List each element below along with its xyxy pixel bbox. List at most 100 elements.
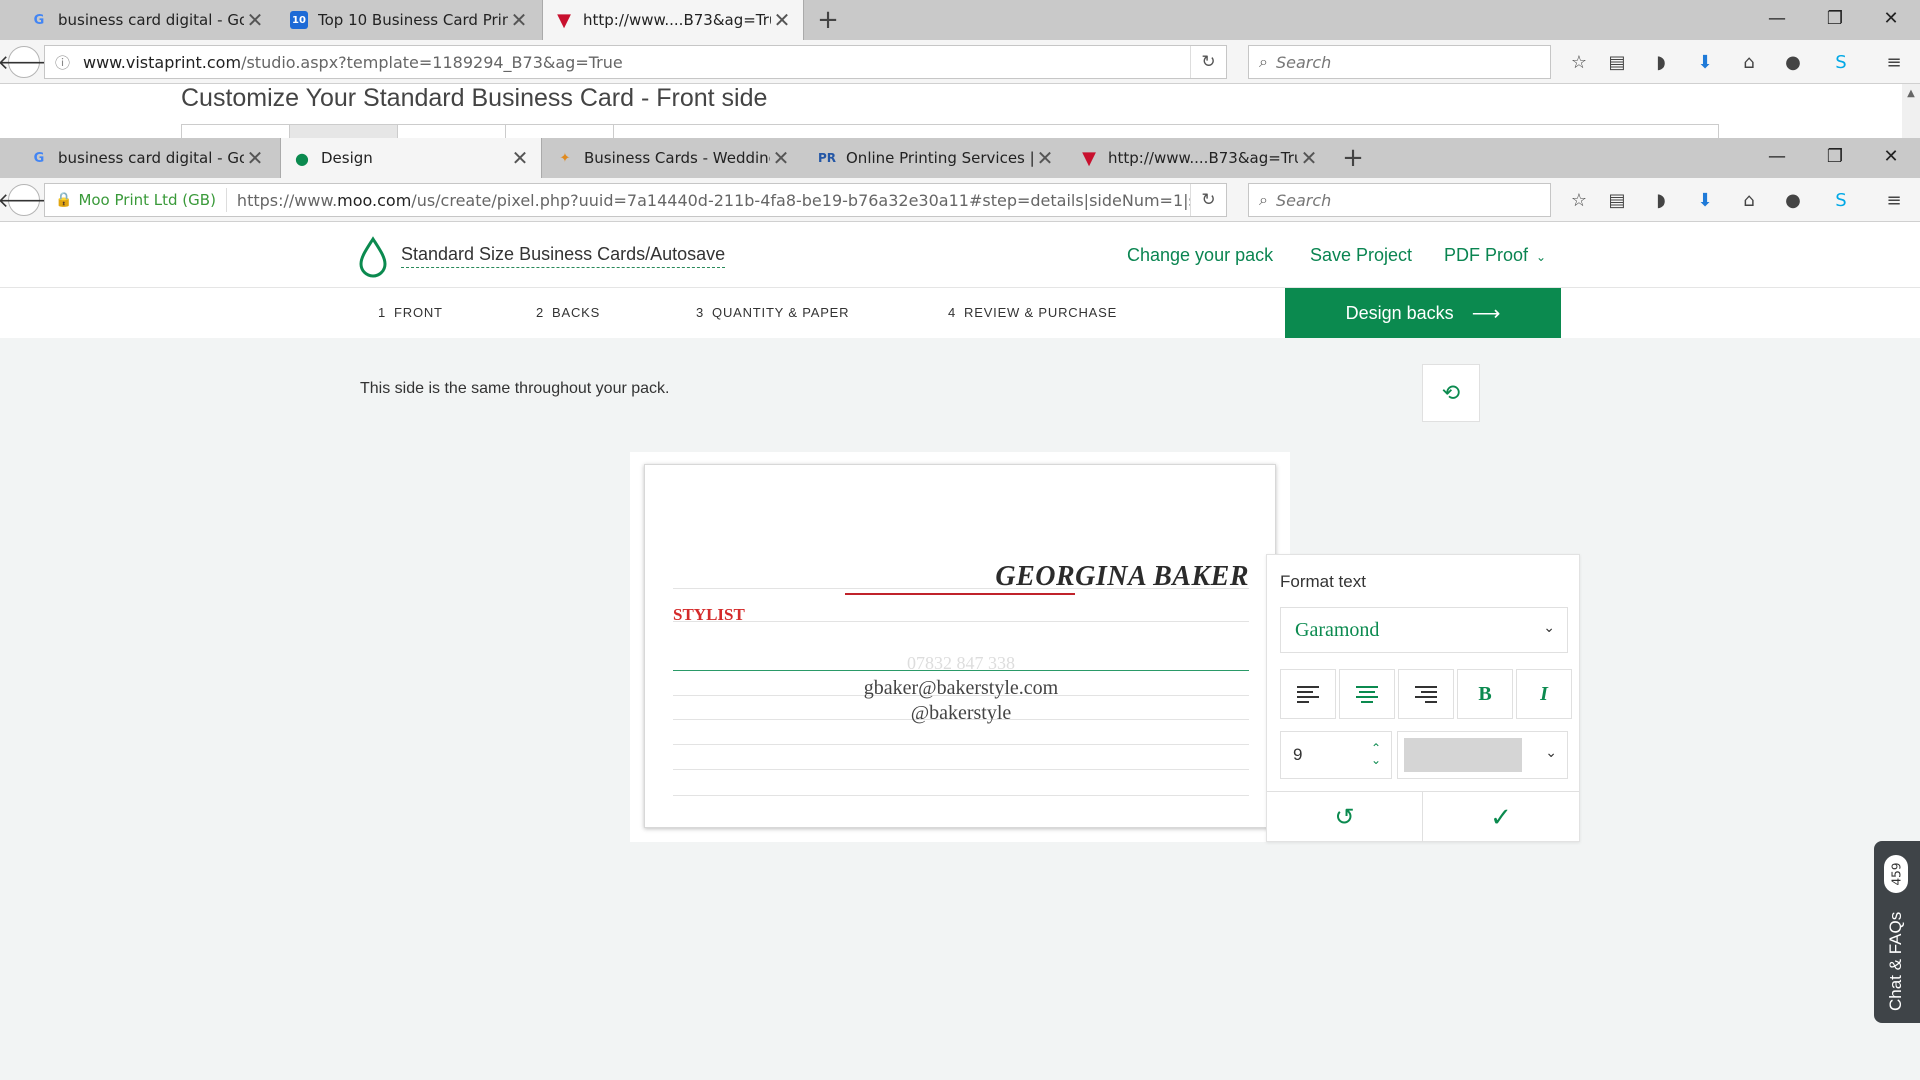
back-tab-vistaprint[interactable]: ▼ http://www....B73&ag=True ✕ (542, 0, 804, 40)
toolbar-tab[interactable] (290, 125, 398, 138)
card-handle-text[interactable]: @bakerstyle (645, 702, 1277, 725)
tab-label: business card digital - Go... (58, 11, 244, 29)
download-icon[interactable]: ⬇ (1691, 186, 1719, 214)
site-identity[interactable]: Moo Print Ltd (GB) (78, 191, 215, 209)
minimize-icon[interactable]: — (1752, 138, 1802, 174)
back-search-input[interactable]: ⌕ Search (1248, 45, 1551, 79)
format-text-panel: Format text Garamond ⌄ B I 9 ⌃ ⌄ ⌄ ↺ ✓ (1266, 554, 1580, 842)
pdf-proof-dropdown[interactable]: PDF Proof ⌄ (1444, 245, 1546, 266)
menu-icon[interactable]: ≡ (1880, 48, 1908, 76)
bold-button[interactable]: B (1457, 669, 1513, 719)
align-right-button[interactable] (1398, 669, 1454, 719)
search-icon: ⌕ (1259, 190, 1268, 209)
reading-list-icon[interactable]: ▤ (1603, 48, 1631, 76)
home-icon[interactable]: ⌂ (1735, 186, 1763, 214)
back-tab-top10[interactable]: 10 Top 10 Business Card Print... ✕ (278, 0, 540, 40)
close-icon[interactable]: ✕ (1034, 146, 1056, 170)
italic-button[interactable]: I (1516, 669, 1572, 719)
front-tab-google[interactable]: G business card digital - Go... ✕ (18, 138, 276, 178)
back-url-bar[interactable]: ⓘ www.vistaprint.com/studio.aspx?templat… (44, 45, 1227, 79)
step-review-purchase[interactable]: 4 REVIEW & PURCHASE (948, 305, 1117, 320)
chat-bubble-icon[interactable]: ● (1779, 48, 1807, 76)
back-arrow-icon[interactable]: 🡐 (0, 184, 51, 216)
front-tab-design[interactable]: ● Design ✕ (280, 138, 542, 178)
moo-drop-icon: ● (295, 148, 309, 168)
front-tab-vistaprint[interactable]: ▼ http://www....B73&ag=True ✕ (1068, 138, 1330, 178)
restore-icon[interactable]: ❐ (1810, 138, 1860, 174)
toolbar-tab[interactable] (506, 125, 614, 138)
lock-icon[interactable]: 🔒 (55, 192, 72, 208)
home-icon[interactable]: ⌂ (1735, 48, 1763, 76)
moo-drop-logo-icon[interactable] (356, 236, 390, 278)
text-guide-line (673, 795, 1249, 796)
pocket-icon[interactable]: ◗ (1647, 48, 1675, 76)
reload-icon[interactable]: ↻ (1190, 184, 1226, 216)
restore-icon[interactable]: ❐ (1810, 0, 1860, 36)
bookmark-star-icon[interactable]: ☆ (1565, 48, 1593, 76)
flip-card-button[interactable]: ⟲ (1422, 364, 1480, 422)
font-size-stepper[interactable]: 9 ⌃ ⌄ (1280, 731, 1392, 779)
toolbar-tab[interactable] (182, 125, 290, 138)
save-project-link[interactable]: Save Project (1310, 245, 1412, 266)
card-title-text[interactable]: STYLIST (673, 605, 745, 625)
step-quantity-paper[interactable]: 3 QUANTITY & PAPER (696, 305, 849, 320)
change-pack-link[interactable]: Change your pack (1127, 245, 1273, 266)
close-icon[interactable]: ✕ (1298, 146, 1320, 170)
menu-icon[interactable]: ≡ (1880, 186, 1908, 214)
window-close-icon[interactable]: ✕ (1866, 0, 1916, 36)
reload-icon[interactable]: ↻ (1190, 46, 1226, 78)
font-family-select[interactable]: Garamond ⌄ (1280, 607, 1568, 653)
front-search-input[interactable]: ⌕ Search (1248, 183, 1551, 217)
close-icon[interactable]: ✕ (244, 8, 266, 32)
new-tab-icon[interactable]: + (1335, 138, 1371, 178)
scroll-up-icon[interactable]: ▲ (1902, 88, 1920, 99)
front-tab-online-printing[interactable]: PR Online Printing Services | ... ✕ (806, 138, 1066, 178)
back-tab-google[interactable]: G business card digital - Go... ✕ (18, 0, 276, 40)
align-center-button[interactable] (1339, 669, 1395, 719)
align-left-button[interactable] (1280, 669, 1336, 719)
card-email-text[interactable]: gbaker@bakerstyle.com (645, 677, 1277, 700)
skype-icon[interactable]: S (1827, 186, 1855, 214)
reading-list-icon[interactable]: ▤ (1603, 186, 1631, 214)
close-icon[interactable]: ✕ (509, 146, 531, 170)
bookmark-star-icon[interactable]: ☆ (1565, 186, 1593, 214)
tab-label: http://www....B73&ag=True (1108, 149, 1298, 167)
pocket-icon[interactable]: ◗ (1647, 186, 1675, 214)
reset-format-button[interactable]: ↺ (1267, 792, 1423, 842)
card-name-text[interactable]: GEORGINA BAKER (995, 561, 1249, 593)
step-number: 3 (696, 305, 705, 320)
window-close-icon[interactable]: ✕ (1866, 138, 1916, 174)
scrollbar[interactable]: ▲ (1902, 84, 1920, 138)
close-icon[interactable]: ✕ (244, 146, 266, 170)
step-backs[interactable]: 2 BACKS (536, 305, 600, 320)
minimize-icon[interactable]: — (1752, 0, 1802, 36)
text-color-select[interactable]: ⌄ (1397, 731, 1568, 779)
project-name[interactable]: Standard Size Business Cards/Autosave (401, 244, 726, 268)
download-icon[interactable]: ⬇ (1691, 48, 1719, 76)
front-tab-business-cards[interactable]: ✦ Business Cards - Wedding... ✕ (544, 138, 802, 178)
toolbar-tab[interactable] (398, 125, 506, 138)
step-front[interactable]: 1 FRONT (378, 305, 443, 320)
tab-label: Top 10 Business Card Print... (318, 11, 508, 29)
skype-icon[interactable]: S (1827, 48, 1855, 76)
info-icon[interactable]: ⓘ (55, 52, 75, 73)
close-icon[interactable]: ✕ (770, 146, 792, 170)
design-canvas-area: This side is the same throughout your pa… (0, 338, 1920, 1080)
close-icon[interactable]: ✕ (508, 8, 530, 32)
page-title: Customize Your Standard Business Card - … (181, 84, 768, 112)
vistaprint-icon: ▼ (1082, 147, 1096, 169)
up-down-chevron-icon[interactable]: ⌃ ⌄ (1371, 742, 1381, 766)
text-guide-line (673, 744, 1249, 745)
confirm-format-button[interactable]: ✓ (1423, 792, 1579, 842)
card-phone-text[interactable]: 07832 847 338 (645, 653, 1277, 674)
tab-label: Online Printing Services | ... (846, 149, 1034, 167)
close-icon[interactable]: ✕ (771, 8, 793, 32)
new-tab-icon[interactable]: + (810, 0, 846, 40)
back-arrow-icon[interactable]: 🡐 (0, 46, 51, 78)
url-path: /studio.aspx?template=1189294_B73&ag=Tru… (241, 52, 623, 72)
front-url-bar[interactable]: 🔒 Moo Print Ltd (GB) https://www.moo.com… (44, 183, 1227, 217)
chat-faqs-tab[interactable]: 459 Chat & FAQs (1874, 841, 1920, 1023)
design-backs-button[interactable]: Design backs ⟶ (1285, 288, 1561, 338)
chat-bubble-icon[interactable]: ● (1779, 186, 1807, 214)
business-card[interactable]: GEORGINA BAKER STYLIST 07832 847 338 gba… (644, 464, 1276, 828)
